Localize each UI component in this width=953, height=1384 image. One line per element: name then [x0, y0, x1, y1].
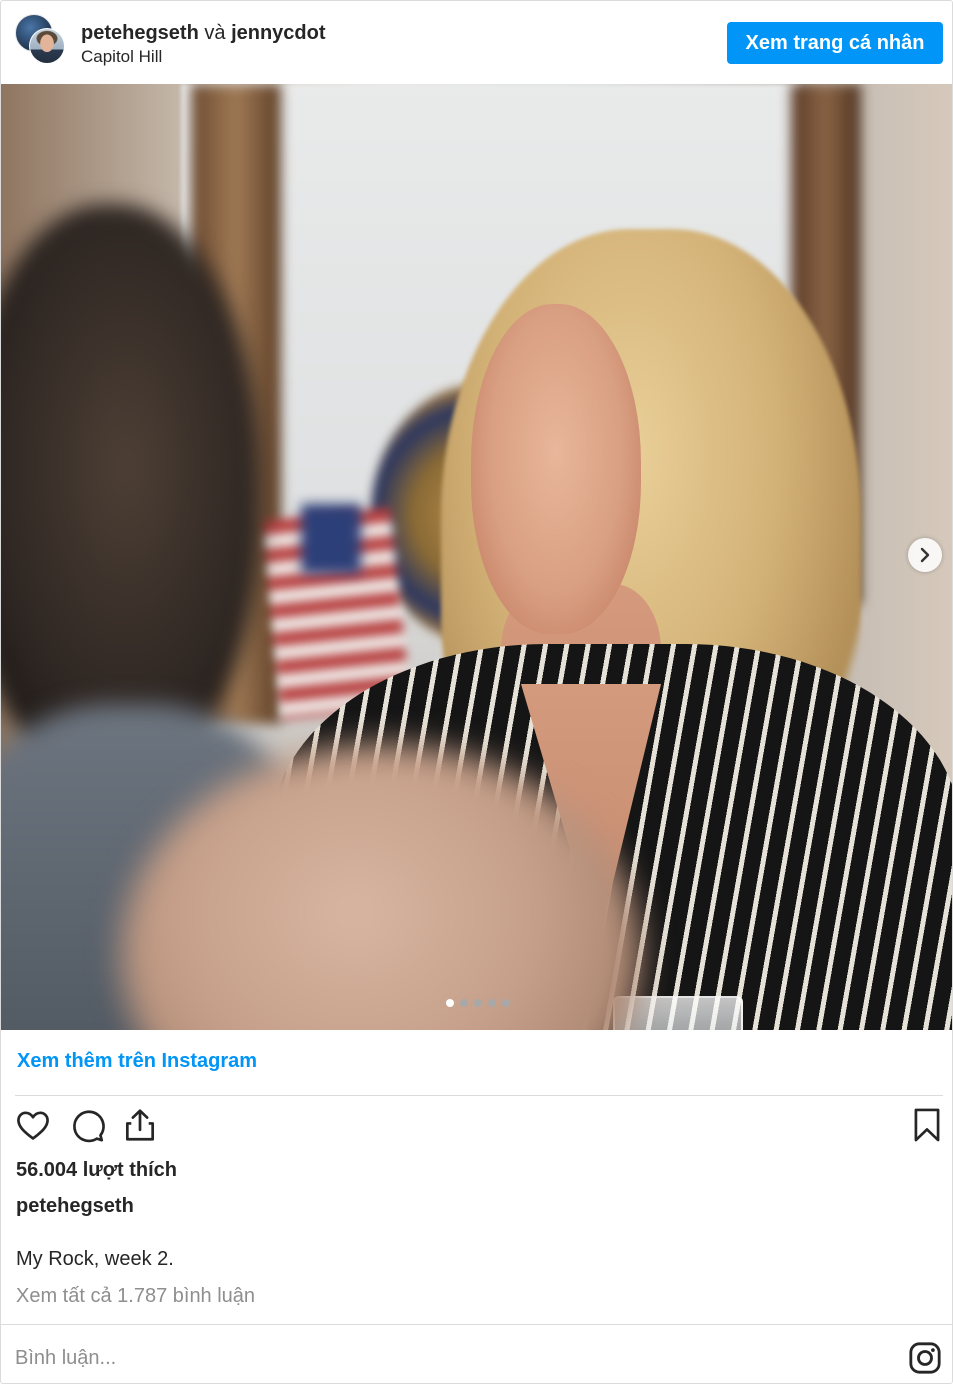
post-owner-link[interactable]: petehegseth [16, 1195, 134, 1218]
location-link[interactable]: Capitol Hill [81, 47, 162, 67]
carousel-dot [459, 999, 468, 1007]
comment-button[interactable] [67, 1105, 107, 1145]
collaborator-link[interactable]: jennycdot [231, 22, 325, 44]
post-photo[interactable] [1, 84, 952, 1030]
carousel-indicator [1, 999, 952, 1007]
instagram-icon [909, 1342, 941, 1374]
share-icon [125, 1109, 155, 1141]
post-header: petehegseth và jennycdot Capitol Hill Xe… [1, 1, 952, 83]
share-button[interactable] [120, 1105, 160, 1145]
view-profile-button[interactable]: Xem trang cá nhân [727, 22, 943, 64]
like-button[interactable] [13, 1105, 53, 1145]
avatar[interactable] [15, 14, 67, 66]
bookmark-icon [914, 1108, 940, 1142]
carousel-dot [501, 999, 510, 1007]
post-caption: My Rock, week 2. [16, 1248, 174, 1270]
like-count[interactable]: 56.004 lượt thích [16, 1159, 177, 1182]
action-bar [13, 1105, 943, 1147]
collab-names: petehegseth và jennycdot [81, 21, 326, 45]
comment-icon [73, 1110, 105, 1143]
view-all-comments-link[interactable]: Xem tất cả 1.787 bình luận [16, 1285, 255, 1308]
divider [15, 1095, 943, 1096]
username-link[interactable]: petehegseth [81, 22, 199, 44]
divider [1, 1324, 952, 1325]
carousel-dot [445, 999, 454, 1007]
view-more-on-instagram-link[interactable]: Xem thêm trên Instagram [17, 1050, 257, 1073]
heart-icon [17, 1111, 49, 1140]
carousel-dot [473, 999, 482, 1007]
instagram-embed: petehegseth và jennycdot Capitol Hill Xe… [0, 0, 953, 1384]
save-button[interactable] [907, 1105, 947, 1145]
chevron-right-icon [920, 547, 930, 563]
avatar-primary [29, 28, 65, 64]
instagram-logo-link[interactable] [908, 1341, 942, 1375]
connector-text: và [204, 22, 226, 44]
next-slide-button[interactable] [908, 538, 942, 572]
comment-input[interactable] [15, 1341, 875, 1375]
carousel-dot [487, 999, 496, 1007]
